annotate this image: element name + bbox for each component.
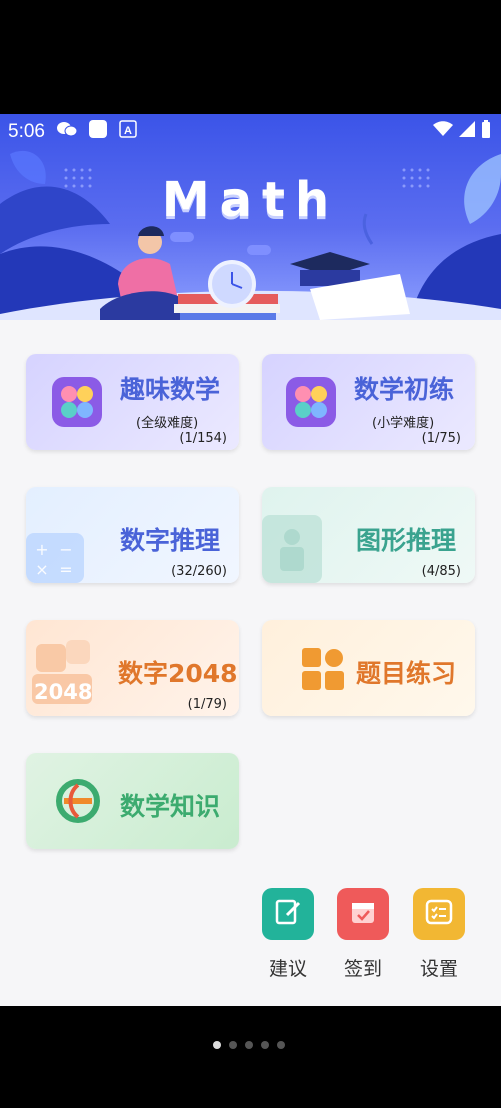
card-title: 趣味数学 — [120, 375, 221, 404]
svg-text:×: × — [35, 560, 48, 579]
wifi-icon — [433, 121, 453, 143]
cellular-signal-icon — [459, 121, 475, 143]
page-dot-active — [213, 1041, 221, 1049]
suggestion-button[interactable] — [262, 888, 314, 940]
card-progress: (1/154) — [179, 431, 227, 446]
card-title: 图形推理 — [356, 526, 457, 555]
page-indicator — [213, 1041, 285, 1049]
settings-button[interactable] — [413, 888, 465, 940]
svg-text:+: + — [35, 540, 48, 559]
status-right-icons — [433, 120, 491, 144]
svg-text:−: − — [59, 540, 72, 559]
checklist-icon — [424, 897, 454, 931]
calendar-icon — [348, 897, 378, 931]
card-title: 数字推理 — [120, 526, 221, 555]
checkin-label[interactable]: 签到 — [333, 954, 393, 981]
card-progress: (32/260) — [171, 564, 227, 579]
battery-icon — [481, 120, 491, 144]
header-banner: 5:06 A Math — [0, 114, 501, 320]
card-2048[interactable]: 2048 数字2048 (1/79) — [26, 620, 239, 716]
page-dot — [245, 1041, 253, 1049]
card-difficulty: (全级难度) — [136, 416, 199, 431]
navigation-bar — [0, 1006, 501, 1108]
notification-square-icon — [88, 120, 107, 144]
edit-icon — [273, 897, 303, 931]
card-number-reasoning[interactable]: + − × = 数字推理 (32/260) — [26, 487, 239, 583]
math-operators-icon: + − × = — [26, 533, 84, 583]
card-math-practice[interactable]: 数学初练 (小学难度) (1/75) — [262, 354, 475, 450]
banner-title: Math — [161, 172, 340, 228]
card-difficulty: (小学难度) — [372, 416, 435, 431]
card-question-practice[interactable]: 题目练习 — [262, 620, 475, 716]
page-dot — [229, 1041, 237, 1049]
card-progress: (4/85) — [421, 564, 461, 579]
page-dot — [261, 1041, 269, 1049]
card-progress: (1/79) — [187, 697, 227, 712]
card-title: 数学知识 — [120, 792, 221, 821]
card-title: 题目练习 — [356, 659, 457, 688]
calculator-icon — [286, 377, 336, 427]
card-fun-math[interactable]: 趣味数学 (全级难度) (1/154) — [26, 354, 239, 450]
svg-text:=: = — [59, 560, 72, 579]
card-badge: 2048 — [34, 680, 93, 704]
card-title: 数学初练 — [354, 375, 455, 404]
grid-blocks-icon — [302, 648, 344, 690]
a-letter-icon: A — [119, 120, 137, 144]
status-time: 5:06 — [8, 121, 45, 142]
card-progress: (1/75) — [421, 431, 461, 446]
card-shape-reasoning[interactable]: 图形推理 (4/85) — [262, 487, 475, 583]
checkin-button[interactable] — [337, 888, 389, 940]
wechat-icon — [56, 121, 78, 143]
card-math-knowledge[interactable]: 数学知识 — [26, 753, 239, 849]
calculator-icon — [52, 377, 102, 427]
card-title: 数字2048 — [118, 659, 238, 688]
page-dot — [277, 1041, 285, 1049]
settings-label[interactable]: 设置 — [409, 954, 469, 981]
globe-icon — [56, 779, 100, 823]
app-screen: 5:06 A Math 趣味数学 (全级难度) (1/154) 数学初练 (小学… — [0, 114, 501, 1006]
sculpture-icon — [262, 515, 322, 583]
suggestion-label[interactable]: 建议 — [258, 954, 318, 981]
status-bar: 5:06 A — [0, 114, 501, 150]
svg-text:A: A — [124, 125, 132, 137]
